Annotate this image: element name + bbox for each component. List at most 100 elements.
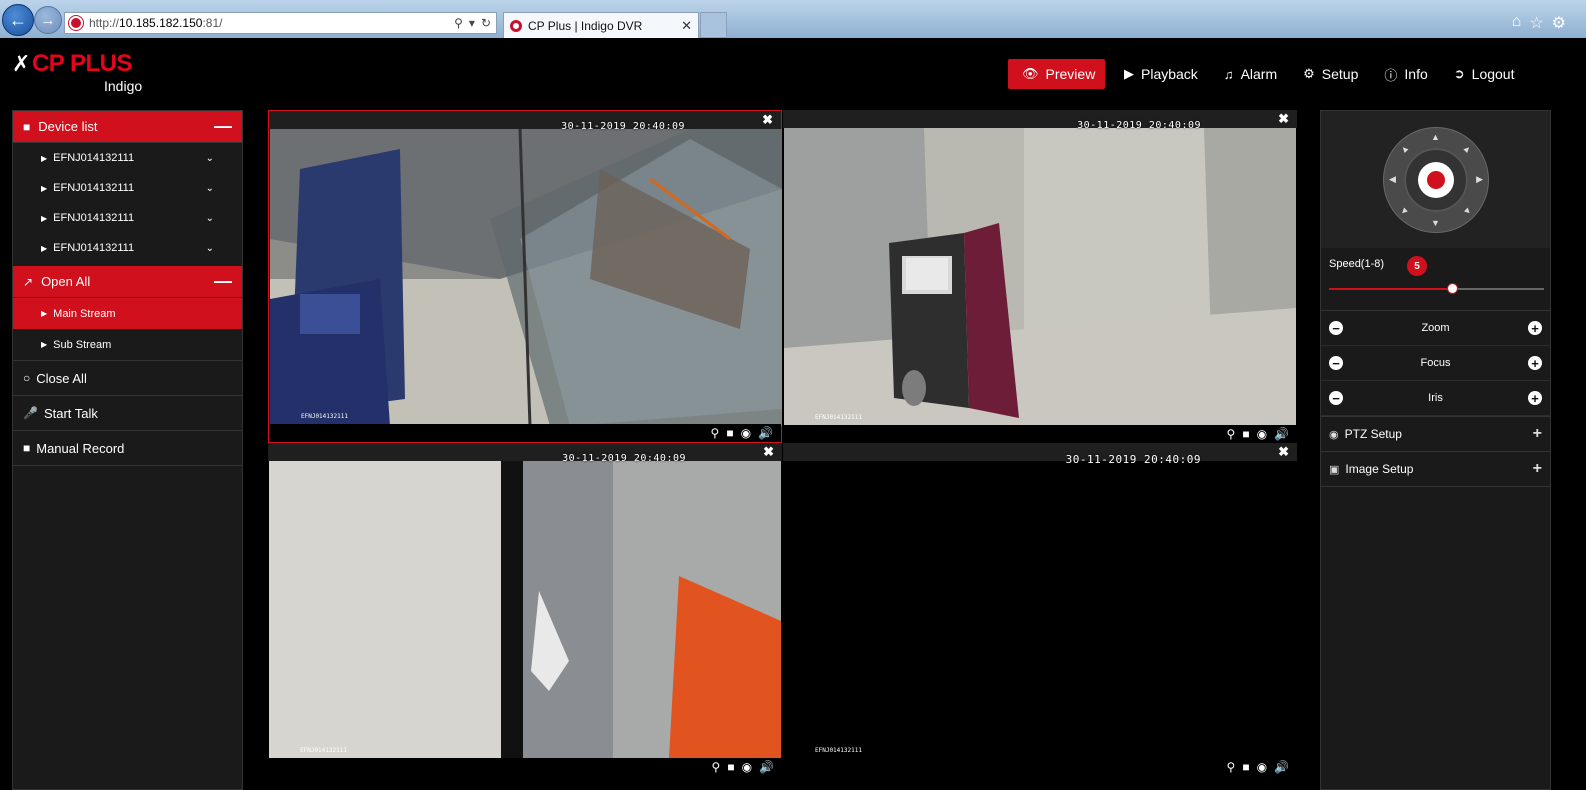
arrow-down-icon[interactable]: ▼ <box>1431 218 1440 228</box>
nav-setup[interactable]: ⚙ Setup <box>1290 59 1371 89</box>
close-icon[interactable]: ✖ <box>1278 111 1289 127</box>
audio-icon[interactable]: 🔊 <box>1274 760 1289 774</box>
refresh-icon[interactable]: ↻ <box>481 16 491 30</box>
video-timestamp: 30-11-2019 20:40:09 <box>1077 120 1201 131</box>
start-talk-label: Start Talk <box>43 405 98 421</box>
minus-icon[interactable]: − <box>1329 321 1343 335</box>
minus-icon[interactable]: − <box>1329 356 1343 370</box>
video-window[interactable]: ✖ 30-11-2019 20:40:09 EFNJ014132111 ⚲ ■ … <box>783 110 1297 443</box>
nav-logout[interactable]: ➲ Logout <box>1441 59 1528 89</box>
audio-icon[interactable]: 🔊 <box>758 426 773 440</box>
close-icon[interactable]: ✖ <box>762 112 773 128</box>
address-bar[interactable]: http:// 10.185.182.150 :81/ ⚲ ▾ ↻ <box>64 12 497 34</box>
image-setup-section[interactable]: ▣ Image Setup + <box>1321 451 1550 487</box>
favorites-star-icon[interactable]: ☆ <box>1529 13 1543 33</box>
caret-right-icon: ▶ <box>41 309 48 318</box>
close-icon[interactable]: ✖ <box>763 444 774 460</box>
close-icon[interactable]: ✖ <box>1278 444 1289 460</box>
zoom-icon[interactable]: ⚲ <box>711 426 720 440</box>
video-window[interactable]: ✖ 30-11-2019 20:40:09 EFNJ014132111 ⚲ ■ … <box>268 110 782 443</box>
zoom-icon[interactable]: ⚲ <box>1227 760 1236 774</box>
new-tab-button[interactable] <box>700 12 727 38</box>
brand-logo: ✗ CP PLUS Indigo <box>12 50 142 94</box>
ptz-direction-pad: ▲ ▼ ◀ ▶ ▲ ▲ ▼ ▼ <box>1321 111 1550 248</box>
chevron-down-icon[interactable]: ⌄ <box>206 183 214 194</box>
speed-slider-handle[interactable] <box>1446 283 1458 294</box>
snapshot-camera-icon[interactable]: ◉ <box>741 426 751 440</box>
browser-tab[interactable]: CP Plus | Indigo DVR ✕ <box>503 12 699 38</box>
minus-icon[interactable]: − <box>1329 391 1343 405</box>
home-icon[interactable]: ⌂ <box>1512 13 1522 33</box>
manual-record-button[interactable]: ■ Manual Record <box>13 430 242 466</box>
forward-button[interactable]: → <box>34 6 62 34</box>
zoom-icon[interactable]: ⚲ <box>712 760 721 774</box>
top-navigation: 👁 Preview ▶ Playback ♫ Alarm ⚙ Setup ⓘ Info ➲… <box>1008 59 1527 89</box>
device-item[interactable]: ▶ EFNJ014132111 ⌄ <box>13 173 242 203</box>
audio-icon[interactable]: 🔊 <box>1274 427 1289 441</box>
snapshot-camera-icon[interactable]: ◉ <box>1257 760 1267 774</box>
nav-preview[interactable]: 👁 Preview <box>1008 59 1105 89</box>
arrow-down-right-icon[interactable]: ▼ <box>1461 204 1474 217</box>
tab-close-icon[interactable]: ✕ <box>681 18 692 34</box>
video-feed[interactable] <box>784 128 1296 425</box>
collapse-icon[interactable]: — <box>214 116 232 137</box>
expand-plus-icon[interactable]: + <box>1533 460 1542 478</box>
nav-playback[interactable]: ▶ Playback <box>1111 59 1211 89</box>
video-controls: ⚲ ■ ◉ 🔊 <box>269 424 781 442</box>
gear-icon: ⚙ <box>1303 66 1315 81</box>
main-stream-item[interactable]: ▶ Main Stream <box>13 298 242 329</box>
video-feed[interactable] <box>270 129 782 426</box>
record-icon[interactable]: ■ <box>727 760 734 774</box>
ptz-center-button[interactable] <box>1404 148 1468 212</box>
video-feed[interactable] <box>269 461 781 758</box>
eye-icon: 👁 <box>1022 66 1039 81</box>
plus-icon[interactable]: + <box>1528 321 1542 335</box>
chevron-down-icon[interactable]: ⌄ <box>206 243 214 254</box>
video-controls: ⚲ ■ ◉ 🔊 <box>268 758 782 776</box>
chevron-down-icon[interactable]: ⌄ <box>206 213 214 224</box>
device-list-header[interactable]: ■ Device list — <box>13 111 242 143</box>
record-icon[interactable]: ■ <box>1242 760 1249 774</box>
video-feed[interactable] <box>784 461 1296 758</box>
nav-info[interactable]: ⓘ Info <box>1371 59 1440 89</box>
audio-icon[interactable]: 🔊 <box>759 760 774 774</box>
video-window[interactable]: ✖ 30-11-2019 20:40:09 EFNJ014132111 ⚲ ■ … <box>783 443 1297 776</box>
open-all-header[interactable]: ↗ Open All — <box>13 266 242 298</box>
device-item[interactable]: ▶ EFNJ014132111 ⌄ <box>13 233 242 263</box>
nav-alarm[interactable]: ♫ Alarm <box>1211 59 1290 89</box>
microphone-icon: 🎤 <box>23 406 38 420</box>
video-window[interactable]: ✖ 30-11-2019 20:40:09 EFNJ014132111 ⚲ ■ … <box>268 443 782 776</box>
plus-icon[interactable]: + <box>1527 391 1542 405</box>
device-item[interactable]: ▶ EFNJ014132111 ⌄ <box>13 143 242 173</box>
device-item[interactable]: ▶ EFNJ014132111 ⌄ <box>13 203 242 233</box>
sub-stream-label: Sub Stream <box>53 338 112 351</box>
arrow-up-icon[interactable]: ▲ <box>1431 132 1440 142</box>
dropdown-icon[interactable]: ▾ <box>469 16 475 30</box>
zoom-icon[interactable]: ⚲ <box>1227 427 1236 441</box>
nav-setup-label: Setup <box>1321 66 1359 82</box>
arrow-up-left-icon[interactable]: ▲ <box>1398 142 1411 155</box>
chevron-down-icon[interactable]: ⌄ <box>206 153 214 164</box>
arrow-up-right-icon[interactable]: ▲ <box>1461 142 1474 155</box>
start-talk-button[interactable]: 🎤 Start Talk <box>13 395 242 430</box>
back-button[interactable]: ← <box>2 4 34 36</box>
settings-gear-icon[interactable]: ⚙ <box>1552 13 1566 33</box>
arrow-left-icon[interactable]: ◀ <box>1389 174 1396 185</box>
snapshot-camera-icon[interactable]: ◉ <box>742 760 752 774</box>
video-grid: ✖ 30-11-2019 20:40:09 EFNJ014132111 ⚲ ■ … <box>268 110 1297 790</box>
ptz-setup-section[interactable]: ◉ PTZ Setup + <box>1321 416 1550 451</box>
snapshot-camera-icon[interactable]: ◉ <box>1257 427 1267 441</box>
arrow-down-left-icon[interactable]: ▼ <box>1398 204 1411 217</box>
search-icon[interactable]: ⚲ <box>454 16 463 30</box>
speed-slider-track[interactable] <box>1329 283 1544 294</box>
collapse-icon[interactable]: — <box>214 271 232 292</box>
sub-stream-item[interactable]: ▶ Sub Stream <box>13 329 242 360</box>
expand-plus-icon[interactable]: + <box>1533 425 1542 443</box>
video-controls: ⚲ ■ ◉ 🔊 <box>783 425 1297 443</box>
record-icon[interactable]: ■ <box>726 426 733 440</box>
plus-icon[interactable]: + <box>1528 356 1542 370</box>
arrow-right-icon[interactable]: ▶ <box>1476 174 1483 185</box>
logout-icon: ➲ <box>1453 66 1465 81</box>
close-all-button[interactable]: ○ Close All <box>13 360 242 395</box>
record-icon[interactable]: ■ <box>1242 427 1249 441</box>
